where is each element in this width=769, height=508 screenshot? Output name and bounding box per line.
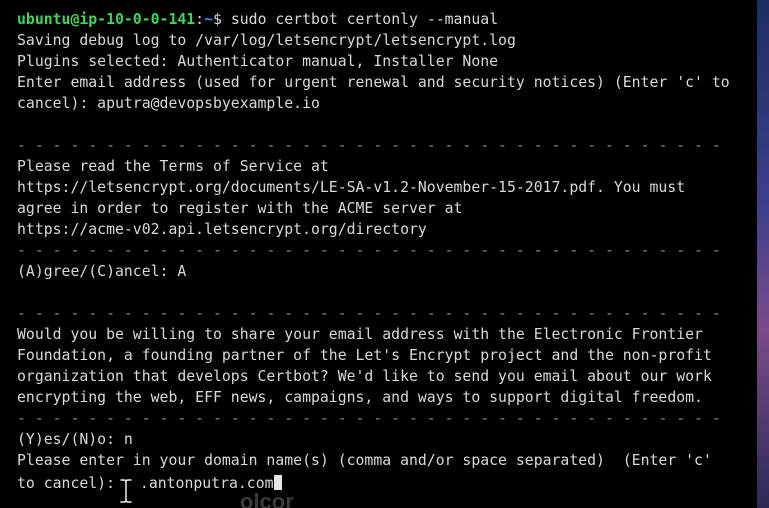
prompt-user-host: ubuntu@ip-10-0-0-141	[17, 11, 196, 28]
i-beam-cursor-icon	[119, 478, 133, 504]
separator-line: - - - - - - - - - - - - - - - - - - - - …	[17, 137, 721, 154]
desktop-wallpaper-edge	[757, 0, 769, 508]
output-line: https://letsencrypt.org/documents/LE-SA-…	[17, 179, 686, 196]
prompt-command: sudo certbot certonly --manual	[230, 11, 499, 28]
output-line: Would you be willing to share your email…	[17, 326, 703, 343]
prompt-separator: :	[195, 11, 205, 28]
separator-line: - - - - - - - - - - - - - - - - - - - - …	[17, 305, 721, 322]
output-line: encrypting the web, EFF news, campaigns,…	[17, 389, 703, 406]
output-line: Enter email address (used for urgent ren…	[17, 74, 730, 91]
output-line: Please read the Terms of Service at	[17, 158, 329, 175]
input-prompt: to cancel):	[17, 475, 124, 492]
prompt-line: ubuntu@ip-10-0-0-141:~$ sudo certbot cer…	[17, 9, 498, 30]
output-line: Please enter in your domain name(s) (com…	[17, 452, 712, 469]
output-line: cancel): aputra@devopsbyexample.io	[17, 95, 320, 112]
output-line: agree in order to register with the ACME…	[17, 200, 463, 217]
output-line: (A)gree/(C)ancel: A	[17, 263, 187, 280]
caption-overlay: olcor	[240, 489, 294, 508]
separator-line: - - - - - - - - - - - - - - - - - - - - …	[17, 410, 721, 427]
separator-line: - - - - - - - - - - - - - - - - - - - - …	[17, 242, 721, 259]
output-line: (Y)es/(N)o: n	[17, 431, 133, 448]
output-line: Foundation, a founding partner of the Le…	[17, 347, 712, 364]
prompt-symbol: $	[213, 11, 231, 28]
output-line: https://acme-v02.api.letsencrypt.org/dir…	[17, 221, 427, 238]
terminal-window[interactable]: ubuntu@ip-10-0-0-141:~$ sudo certbot cer…	[0, 0, 769, 508]
output-line: Plugins selected: Authenticator manual, …	[17, 53, 499, 70]
output-line: organization that develops Certbot? We'd…	[17, 368, 712, 385]
prompt-path: ~	[204, 11, 214, 28]
output-line: Saving debug log to /var/log/letsencrypt…	[17, 32, 516, 49]
block-cursor-icon	[273, 475, 282, 490]
